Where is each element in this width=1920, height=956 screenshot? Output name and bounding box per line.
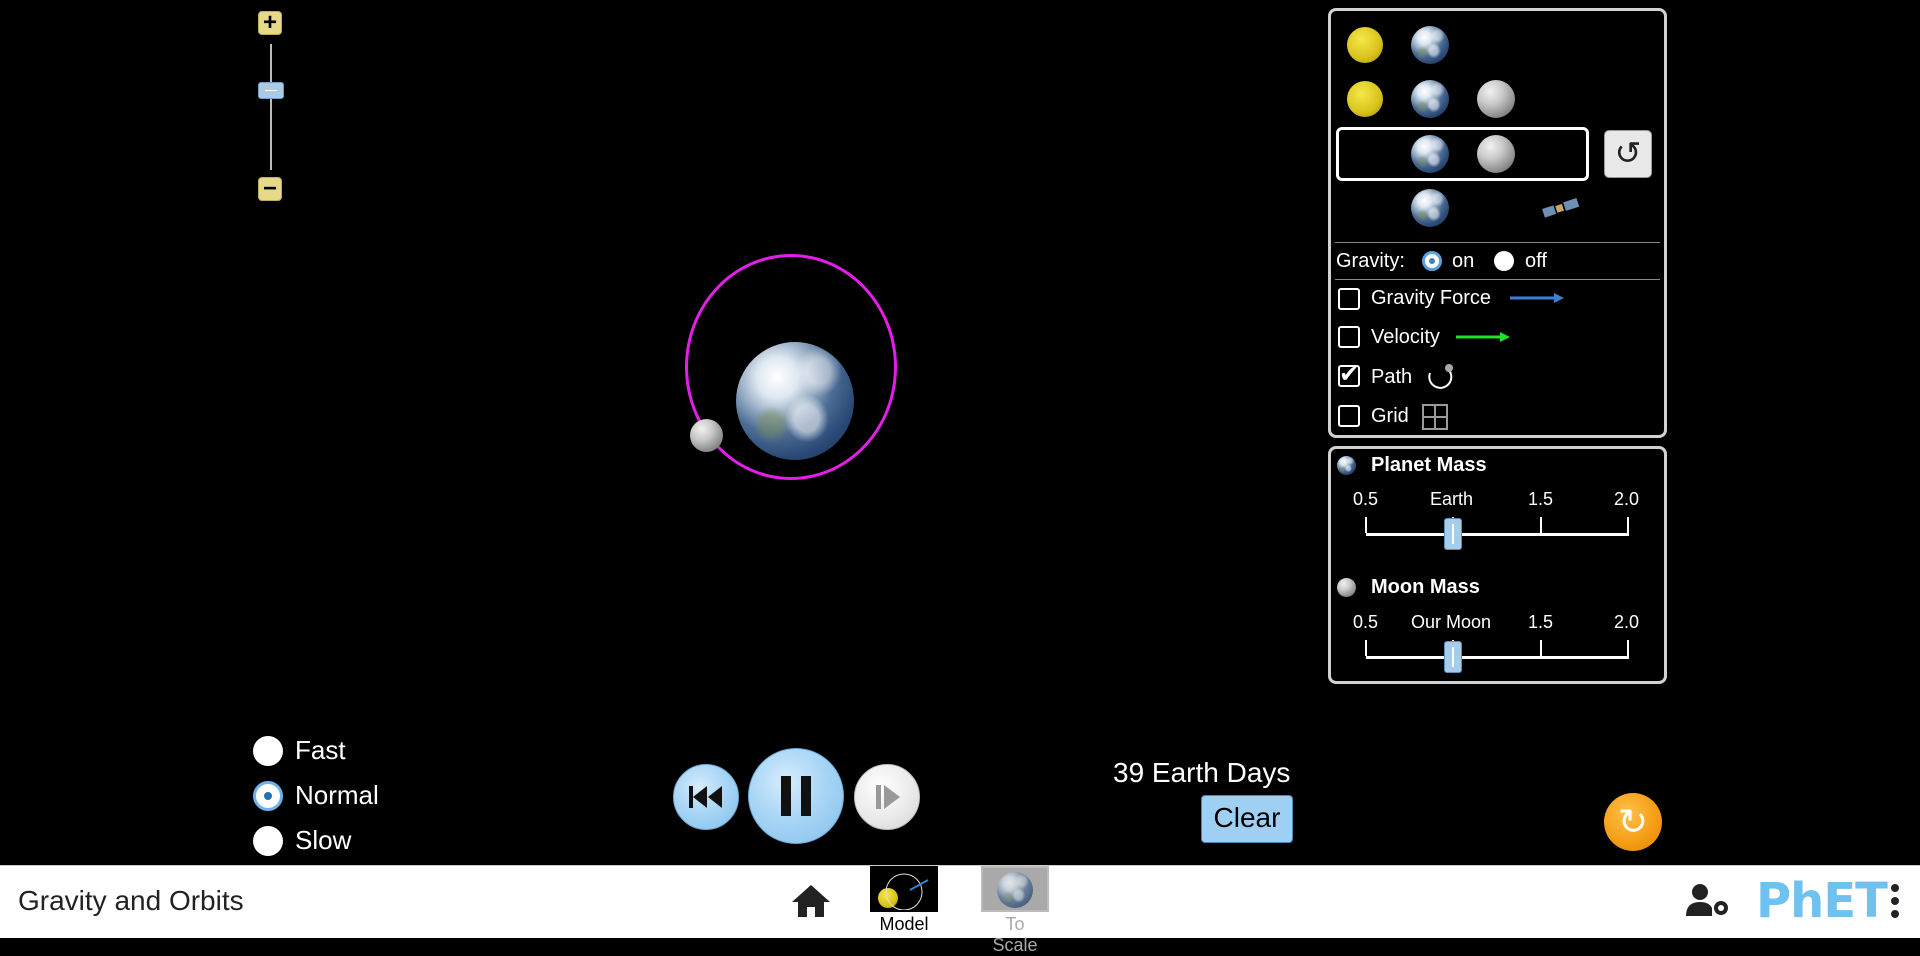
- home-icon[interactable]: [790, 883, 832, 919]
- moon-mass-thumb[interactable]: [1444, 641, 1462, 673]
- preset-sun-earth-moon-earth-icon[interactable]: [1411, 80, 1449, 118]
- panel-divider: [1335, 279, 1660, 280]
- moon-tick-label: 0.5: [1353, 612, 1379, 632]
- planet-tick: [1627, 517, 1629, 533]
- step-forward-button[interactable]: [854, 764, 920, 830]
- to-scale-screen-button[interactable]: [981, 866, 1049, 912]
- zoom-slider-thumb[interactable]: [258, 82, 284, 99]
- moon-mass-track[interactable]: [1366, 656, 1629, 659]
- velocity-arrow-icon: [1456, 332, 1510, 342]
- checkmark-icon: ✔: [1339, 361, 1360, 388]
- path-label: Path: [1371, 366, 1413, 388]
- moon-tick-label: Our Moon: [1411, 612, 1492, 632]
- pause-button[interactable]: [748, 748, 844, 844]
- planet-mass-thumb[interactable]: [1444, 518, 1462, 550]
- gravity-force-arrow-icon: [1510, 293, 1564, 303]
- earth-body[interactable]: [736, 342, 854, 460]
- planet-mass-title: Planet Mass: [1371, 454, 1487, 476]
- panel-divider: [1335, 242, 1660, 243]
- reset-bodies-button[interactable]: ↺: [1604, 130, 1652, 178]
- path-icon: [1428, 364, 1453, 389]
- preset-sun-earth-sun-icon[interactable]: [1347, 27, 1383, 63]
- model-screen-button[interactable]: [870, 866, 938, 912]
- moon-body[interactable]: [690, 419, 723, 452]
- navigation-bar: [0, 865, 1920, 938]
- gravity-on-radio[interactable]: [1422, 251, 1442, 271]
- moon-mass-title: Moon Mass: [1371, 576, 1480, 598]
- model-orbit-icon: [885, 873, 929, 910]
- planet-mass-earth-icon: [1337, 456, 1356, 475]
- planet-tick-label: Earth: [1430, 489, 1474, 509]
- reset-all-icon: ↻: [1617, 801, 1649, 842]
- moon-tick-label: 2.0: [1614, 612, 1640, 632]
- gravity-on-label: on: [1452, 250, 1475, 272]
- reset-all-button[interactable]: ↻: [1604, 793, 1662, 851]
- speed-fast-radio[interactable]: [253, 736, 283, 766]
- velocity-label: Velocity: [1371, 326, 1440, 348]
- moon-tick: [1627, 640, 1629, 656]
- planet-tick-label: 0.5: [1353, 489, 1379, 509]
- rewind-icon: [689, 786, 722, 808]
- planet-tick-label: 2.0: [1614, 489, 1640, 509]
- preset-earth-moon-earth-icon: [1411, 135, 1449, 173]
- planet-tick: [1365, 517, 1367, 533]
- planet-tick: [1540, 517, 1542, 533]
- speed-slow-label: Slow: [295, 825, 352, 855]
- model-screen-label: Model: [879, 914, 929, 934]
- speed-normal-label: Normal: [295, 780, 379, 810]
- kebab-menu-icon[interactable]: [1888, 882, 1902, 922]
- moon-tick-label: 1.5: [1528, 612, 1554, 632]
- preset-earth-moon-moon-icon: [1477, 135, 1515, 173]
- moon-mass-moon-icon: [1337, 578, 1356, 597]
- to-scale-screen-label: To Scale: [992, 914, 1038, 955]
- preset-sun-earth-moon-sun-icon[interactable]: [1347, 81, 1383, 117]
- zoom-out-button[interactable]: −: [258, 177, 282, 201]
- gravity-off-radio[interactable]: [1494, 251, 1514, 271]
- grid-checkbox[interactable]: [1338, 405, 1360, 427]
- gravity-force-label: Gravity Force: [1371, 287, 1492, 309]
- planet-tick-label: 1.5: [1528, 489, 1554, 509]
- speed-normal-radio[interactable]: [253, 781, 283, 811]
- moon-tick: [1540, 640, 1542, 656]
- undo-icon: ↺: [1614, 135, 1642, 171]
- phet-logo[interactable]: PhET: [1756, 873, 1888, 929]
- gravity-label: Gravity:: [1336, 250, 1405, 272]
- preset-sun-earth-earth-icon[interactable]: [1411, 26, 1449, 64]
- minus-icon: −: [262, 175, 277, 202]
- speed-fast-label: Fast: [295, 735, 346, 765]
- zoom-in-button[interactable]: +: [258, 11, 282, 35]
- grid-label: Grid: [1371, 405, 1409, 427]
- pause-icon: [781, 776, 811, 816]
- satellite-icon[interactable]: [1541, 197, 1581, 221]
- gravity-force-checkbox[interactable]: [1338, 288, 1360, 310]
- preset-earth-satellite-earth-icon[interactable]: [1411, 189, 1449, 227]
- clear-time-button[interactable]: Clear: [1201, 795, 1293, 843]
- velocity-checkbox[interactable]: [1338, 326, 1360, 348]
- gravity-off-label: off: [1525, 250, 1547, 272]
- grid-icon: [1422, 404, 1448, 430]
- user-settings-icon[interactable]: [1685, 882, 1731, 918]
- preset-sun-earth-moon-moon-icon[interactable]: [1477, 80, 1515, 118]
- mass-panel: [1328, 446, 1667, 684]
- step-forward-icon: [876, 785, 900, 809]
- sim-title: Gravity and Orbits: [18, 885, 244, 916]
- elapsed-time-text: 39 Earth Days: [1113, 757, 1291, 788]
- planet-mass-track[interactable]: [1366, 533, 1629, 536]
- moon-tick: [1365, 640, 1367, 656]
- zoom-slider-track[interactable]: [270, 44, 272, 170]
- plus-icon: +: [262, 9, 277, 36]
- rewind-button[interactable]: [673, 764, 739, 830]
- preset-earth-moon-selected[interactable]: [1336, 127, 1589, 181]
- speed-slow-radio[interactable]: [253, 826, 283, 856]
- clear-label: Clear: [1213, 802, 1281, 833]
- to-scale-earth-icon: [997, 872, 1033, 908]
